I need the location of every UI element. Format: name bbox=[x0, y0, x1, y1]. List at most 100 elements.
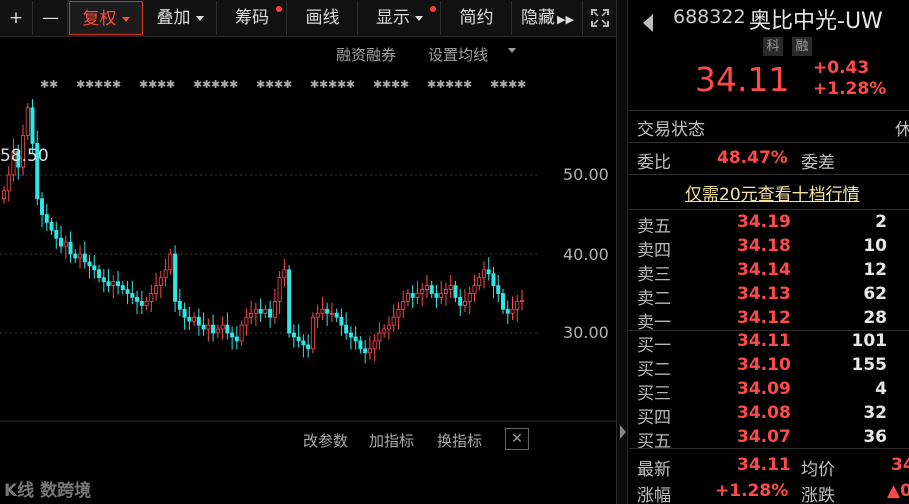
candle-body bbox=[30, 107, 35, 144]
chg-pct-label: 涨幅 bbox=[637, 486, 671, 504]
candle-body bbox=[258, 308, 263, 314]
event-marker: ✱ bbox=[517, 78, 526, 91]
candle-body bbox=[472, 285, 477, 294]
event-marker: ✱ bbox=[220, 78, 229, 91]
event-marker: ✱ bbox=[445, 78, 454, 91]
hide-button[interactable]: 隐藏 ▶▶ bbox=[513, 1, 583, 35]
trade-status-label: 交易状态 bbox=[637, 120, 705, 140]
candle-body bbox=[249, 312, 254, 318]
candle-body bbox=[263, 308, 268, 314]
candle-body bbox=[424, 285, 429, 290]
star-market-tag: 科 bbox=[763, 37, 783, 56]
divider-line bbox=[629, 142, 909, 143]
zoom-in-button[interactable]: + bbox=[0, 1, 33, 35]
event-marker: ✱ bbox=[166, 78, 175, 91]
simple-mode-button[interactable]: 简约 bbox=[442, 1, 512, 35]
event-marker: ✱ bbox=[139, 78, 148, 91]
candle-body bbox=[40, 198, 45, 215]
ask-volume: 62 bbox=[863, 284, 887, 304]
bid-row[interactable]: 买二 34.10 155 bbox=[629, 355, 909, 380]
ask-row[interactable]: 卖二 34.13 62 bbox=[629, 284, 909, 309]
kline-chart[interactable]: ✱ ✱ ✱ ✱ ✱ ✱ ✱ ✱ ✱ ✱ ✱ ✱ ✱ ✱ ✱ ✱ ✱ ✱ ✱ ✱ ✱ ✱ ✱ ✱ ✱ ✱ ✱ ✱ ✱ ✱ ✱ ✱ ✱ ✱ ✱ ✱ ✱ ✱ 融… bbox=[0, 38, 616, 504]
display-dropdown[interactable]: 显示 bbox=[359, 1, 441, 35]
set-ma-link[interactable]: 设置均线 bbox=[428, 44, 488, 65]
ask-row[interactable]: 卖五 34.19 2 bbox=[629, 212, 909, 237]
ask-level-label: 卖五 bbox=[637, 217, 671, 237]
candle-body bbox=[315, 312, 320, 318]
chevron-down-icon bbox=[121, 16, 130, 22]
ask-price: 34.12 bbox=[737, 308, 791, 328]
switch-indicator-link[interactable]: 换指标 bbox=[437, 430, 482, 451]
diejia-dropdown[interactable]: 叠加 bbox=[144, 1, 217, 35]
draw-line-button[interactable]: 画线 bbox=[288, 1, 358, 35]
event-marker: ✱ bbox=[400, 78, 409, 91]
candle-body bbox=[44, 214, 49, 223]
candle-body bbox=[291, 332, 296, 338]
avg-price-label: 均价 bbox=[801, 460, 835, 480]
event-marker: ✱ bbox=[256, 78, 265, 91]
candle-body bbox=[268, 308, 273, 318]
chouma-button[interactable]: 筹码 bbox=[218, 1, 287, 35]
display-label: 显示 bbox=[376, 8, 410, 28]
candle-body bbox=[386, 324, 391, 330]
ask-volume: 10 bbox=[863, 236, 887, 256]
fuquan-dropdown[interactable]: 复权 bbox=[69, 1, 143, 35]
candle-body bbox=[206, 324, 211, 330]
bid-price: 34.10 bbox=[737, 355, 791, 375]
weicha-label: 委差 bbox=[801, 153, 835, 173]
fullscreen-button[interactable] bbox=[584, 1, 615, 35]
event-marker: ✱ bbox=[193, 78, 202, 91]
event-marker: ✱ bbox=[499, 78, 508, 91]
candle-body bbox=[49, 221, 54, 231]
close-indicator-button[interactable]: ✕ bbox=[505, 428, 529, 450]
candle-body bbox=[358, 340, 363, 350]
divider-line bbox=[629, 110, 909, 111]
candle-body bbox=[325, 308, 330, 314]
hide-label: 隐藏 bbox=[521, 8, 556, 28]
event-marker: ✱ bbox=[274, 78, 283, 91]
collapse-arrow-icon[interactable] bbox=[620, 425, 626, 439]
ask-price: 34.13 bbox=[737, 284, 791, 304]
plus-icon: + bbox=[8, 8, 24, 28]
bid-level-label: 买四 bbox=[637, 408, 671, 428]
margin-trading-link[interactable]: 融资融券 bbox=[336, 44, 396, 65]
candle-body bbox=[505, 308, 510, 314]
event-marker: ✱ bbox=[436, 78, 445, 91]
event-marker: ✱ bbox=[508, 78, 517, 91]
ask-level-label: 卖二 bbox=[637, 289, 671, 309]
level2-promo-link[interactable]: 仅需20元查看十档行情 bbox=[685, 180, 860, 205]
candle-body bbox=[97, 269, 102, 279]
chevron-down-icon bbox=[195, 15, 204, 21]
candle-body bbox=[396, 308, 401, 318]
add-indicator-link[interactable]: 加指标 bbox=[369, 430, 414, 451]
event-marker: ✱ bbox=[283, 78, 292, 91]
event-marker: ✱ bbox=[211, 78, 220, 91]
margin-tag: 融 bbox=[792, 37, 812, 56]
ask-row[interactable]: 卖四 34.18 10 bbox=[629, 236, 909, 261]
zoom-out-button[interactable]: — bbox=[34, 1, 68, 35]
chg-label: 涨跌 bbox=[801, 486, 835, 504]
candle-body bbox=[196, 316, 201, 326]
event-marker: ✱ bbox=[382, 78, 391, 91]
panel-divider[interactable] bbox=[616, 0, 628, 504]
ask-price: 34.18 bbox=[737, 236, 791, 256]
ask-row[interactable]: 卖三 34.14 12 bbox=[629, 260, 909, 285]
edit-params-link[interactable]: 改参数 bbox=[303, 430, 348, 451]
candle-body bbox=[63, 241, 68, 247]
candle-body bbox=[59, 237, 64, 247]
ask-row[interactable]: 卖一 34.12 28 bbox=[629, 308, 909, 333]
notification-dot bbox=[276, 6, 282, 12]
candle-body bbox=[344, 324, 349, 334]
ask-volume: 12 bbox=[863, 260, 887, 280]
event-marker: ✱ bbox=[49, 78, 58, 91]
bid-row[interactable]: 买四 34.08 32 bbox=[629, 403, 909, 428]
candle-body bbox=[363, 348, 368, 354]
back-arrow-icon[interactable] bbox=[643, 14, 653, 32]
candle-body bbox=[520, 300, 525, 302]
candle-body bbox=[130, 293, 135, 298]
stock-code: 688322 bbox=[673, 6, 746, 28]
candle-body bbox=[125, 289, 130, 294]
bid-row[interactable]: 买一 34.11 101 bbox=[629, 331, 909, 356]
candle-body bbox=[320, 308, 325, 314]
bid-row[interactable]: 买三 34.09 4 bbox=[629, 379, 909, 404]
